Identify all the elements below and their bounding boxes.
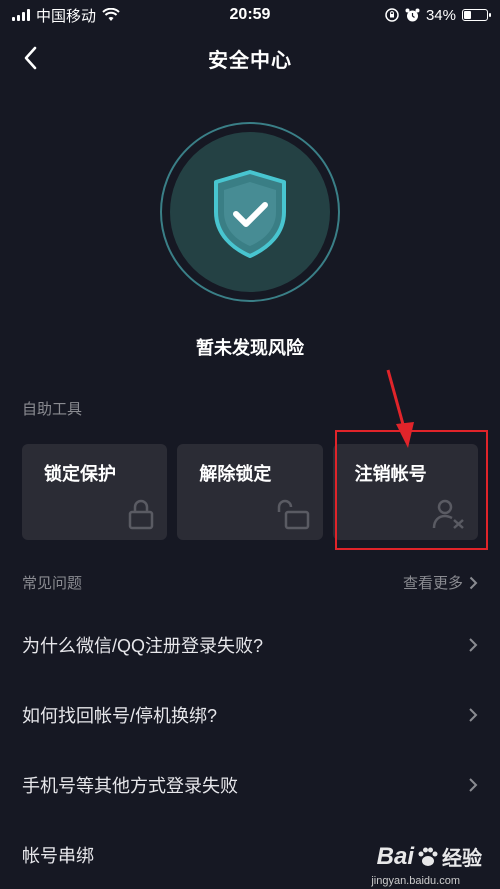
- signal-icon: [12, 9, 30, 21]
- battery-icon: [462, 9, 491, 21]
- battery-percent: 34%: [425, 6, 456, 24]
- see-more-label: 查看更多: [402, 575, 463, 592]
- unlock-button[interactable]: 解除锁定: [177, 444, 323, 540]
- tool-label: 解除锁定: [199, 464, 272, 484]
- shield-check-icon: [214, 170, 286, 258]
- status-left: 中国移动: [12, 5, 120, 26]
- nav-bar: 安全中心: [0, 30, 500, 86]
- annotation-arrow-icon: [386, 369, 414, 448]
- tools-grid: 锁定保护 解除锁定 注销帐号: [22, 444, 478, 540]
- remove-user-icon: [432, 499, 464, 529]
- watermark-brand: Bai: [376, 842, 414, 870]
- faq-item[interactable]: 手机号等其他方式登录失败: [0, 750, 500, 820]
- faq-item[interactable]: 如何找回帐号/停机换绑?: [0, 680, 500, 750]
- back-button[interactable]: [14, 42, 46, 74]
- lock-icon: [129, 499, 154, 530]
- watermark-brand-cn: 经验: [442, 848, 482, 870]
- tool-label: 注销帐号: [354, 464, 427, 484]
- faq-section-label: 常见问题: [22, 575, 83, 592]
- status-right: 34%: [385, 6, 491, 24]
- watermark-url: jingyan.baidu.com: [371, 875, 460, 887]
- chevron-right-icon: [469, 708, 478, 722]
- delete-account-button[interactable]: 注销帐号: [332, 444, 478, 540]
- security-status-graphic: [160, 122, 340, 302]
- carrier-name: 中国移动: [36, 7, 97, 25]
- status-bar: 中国移动 20:59 34%: [0, 0, 500, 30]
- battery-level: [464, 11, 472, 19]
- lock-protection-button[interactable]: 锁定保护: [22, 444, 168, 540]
- paw-logo-icon: [418, 847, 438, 866]
- security-status-text: 暂未发现风险: [196, 338, 304, 358]
- faq-item-label: 手机号等其他方式登录失败: [22, 776, 238, 796]
- page-title: 安全中心: [208, 49, 292, 72]
- alarm-icon: [405, 8, 420, 21]
- faq-item-label: 如何找回帐号/停机换绑?: [22, 706, 218, 726]
- chevron-right-icon: [469, 576, 478, 589]
- baidu-watermark: Bai 经验: [377, 842, 482, 871]
- wifi-icon: [102, 8, 120, 21]
- chevron-right-icon: [469, 778, 478, 792]
- tool-label: 锁定保护: [44, 464, 116, 484]
- tools-section-label: 自助工具: [22, 401, 83, 418]
- unlock-icon: [277, 499, 309, 530]
- faq-item[interactable]: 为什么微信/QQ注册登录失败?: [0, 610, 500, 680]
- faq-item-label: 帐号串绑: [22, 846, 94, 866]
- faq-header: 常见问题 查看更多: [22, 572, 478, 593]
- back-arrow-icon: [24, 46, 37, 70]
- see-more-link[interactable]: 查看更多: [403, 572, 478, 593]
- orientation-lock-icon: [385, 8, 399, 22]
- chevron-right-icon: [469, 638, 478, 652]
- faq-item-label: 为什么微信/QQ注册登录失败?: [22, 636, 264, 656]
